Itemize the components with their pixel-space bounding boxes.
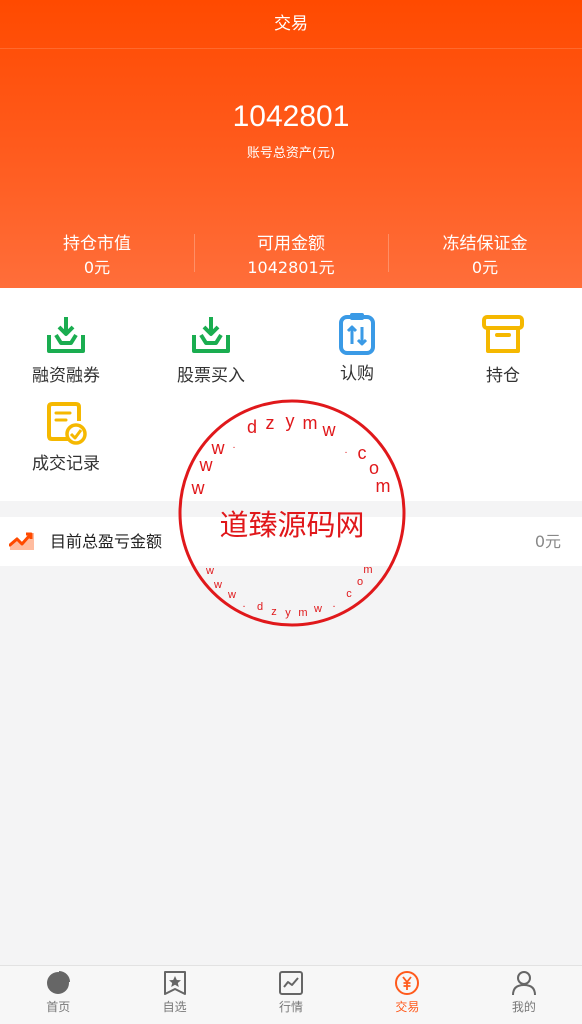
asset-stats: 持仓市值 0元 可用金额 1042801元 冻结保证金 0元 <box>0 228 582 284</box>
tab-label: 行情 <box>279 1000 304 1014</box>
stat-position-value: 持仓市值 0元 <box>0 228 194 284</box>
svg-text:o: o <box>369 458 379 478</box>
menu-label: 融资融券 <box>32 366 100 386</box>
menu-item-positions[interactable]: 持仓 <box>430 313 576 386</box>
menu-item-buy-stock[interactable]: 股票买入 <box>138 313 284 386</box>
svg-text:d: d <box>247 417 257 437</box>
watermark-title: 道臻源码网 <box>219 508 364 542</box>
stat-frozen-margin: 冻结保证金 0元 <box>388 228 582 284</box>
svg-text:w: w <box>211 438 226 458</box>
svg-text:m: m <box>363 564 372 576</box>
stat-value: 1042801元 <box>247 258 335 277</box>
watermark-stamp: w w w . d z y m w . c o m 道臻源码网 w w w . … <box>178 399 406 627</box>
tab-label: 自选 <box>162 1000 187 1014</box>
stat-available-amount: 可用金额 1042801元 <box>194 228 388 284</box>
svg-text:w: w <box>199 455 214 475</box>
svg-text:c: c <box>358 443 367 463</box>
clipboard-exchange-icon <box>339 313 375 355</box>
pie-chart-icon <box>47 971 71 994</box>
svg-text:c: c <box>346 588 352 600</box>
document-check-icon <box>47 402 87 445</box>
total-assets-label: 账号总资产(元) <box>246 146 336 161</box>
tab-label: 交易 <box>395 1000 420 1014</box>
user-icon <box>511 971 536 996</box>
total-assets-value: 1042801 <box>232 100 350 133</box>
svg-text:.: . <box>345 445 348 456</box>
menu-label: 成交记录 <box>32 454 100 474</box>
svg-text:y: y <box>286 411 295 431</box>
download-tray-icon <box>192 317 230 353</box>
tab-label: 首页 <box>46 1000 71 1014</box>
stat-label: 冻结保证金 <box>442 234 528 254</box>
svg-text:w: w <box>227 589 236 601</box>
star-bookmark-icon <box>163 971 186 995</box>
menu-item-margin-trading[interactable]: 融资融券 <box>0 313 139 386</box>
menu-label: 认购 <box>340 364 374 384</box>
menu-label: 股票买入 <box>177 366 245 386</box>
menu-label: 持仓 <box>486 366 520 386</box>
tab-watchlist[interactable]: 自选 <box>116 966 232 1024</box>
svg-text:o: o <box>357 576 363 588</box>
svg-text:m: m <box>376 476 391 496</box>
stat-value: 0元 <box>471 258 499 277</box>
svg-text:m: m <box>303 413 318 433</box>
svg-text:w: w <box>322 420 337 440</box>
menu-item-subscribe[interactable]: 认购 <box>284 311 430 384</box>
svg-text:w: w <box>313 603 322 615</box>
yen-circle-icon <box>395 971 420 995</box>
header-panel: 交易 1042801 账号总资产(元) 持仓市值 0元 可用金额 1042801… <box>0 0 582 288</box>
tab-market[interactable]: 行情 <box>233 966 349 1024</box>
svg-text:m: m <box>298 607 307 619</box>
total-profit-label: 目前总盈亏金额 <box>50 532 163 551</box>
page-title: 交易 <box>0 0 582 49</box>
trend-chart-icon <box>9 532 34 550</box>
svg-text:y: y <box>285 607 291 619</box>
svg-text:z: z <box>271 606 277 618</box>
svg-text:z: z <box>266 413 275 433</box>
svg-text:w: w <box>205 565 214 577</box>
tab-home[interactable]: 首页 <box>0 966 116 1024</box>
svg-text:d: d <box>257 601 263 613</box>
svg-text:.: . <box>233 440 236 451</box>
menu-item-trade-records[interactable]: 成交记录 <box>0 401 139 474</box>
total-profit-value: 0元 <box>534 532 561 551</box>
stat-value: 0元 <box>83 258 111 277</box>
bottom-tab-bar: 首页 自选 行情 交易 我的 <box>0 965 582 1024</box>
stat-label: 可用金额 <box>257 234 325 254</box>
tab-profile[interactable]: 我的 <box>466 966 582 1024</box>
svg-text:.: . <box>332 598 335 610</box>
line-chart-icon <box>279 971 304 995</box>
svg-text:w: w <box>191 478 206 498</box>
tab-label: 我的 <box>511 1000 536 1014</box>
stat-label: 持仓市值 <box>63 234 131 254</box>
svg-text:.: . <box>242 598 245 610</box>
svg-text:w: w <box>213 579 222 591</box>
archive-box-icon <box>482 315 524 353</box>
tab-trade[interactable]: 交易 <box>349 966 465 1024</box>
download-tray-icon <box>47 317 85 353</box>
